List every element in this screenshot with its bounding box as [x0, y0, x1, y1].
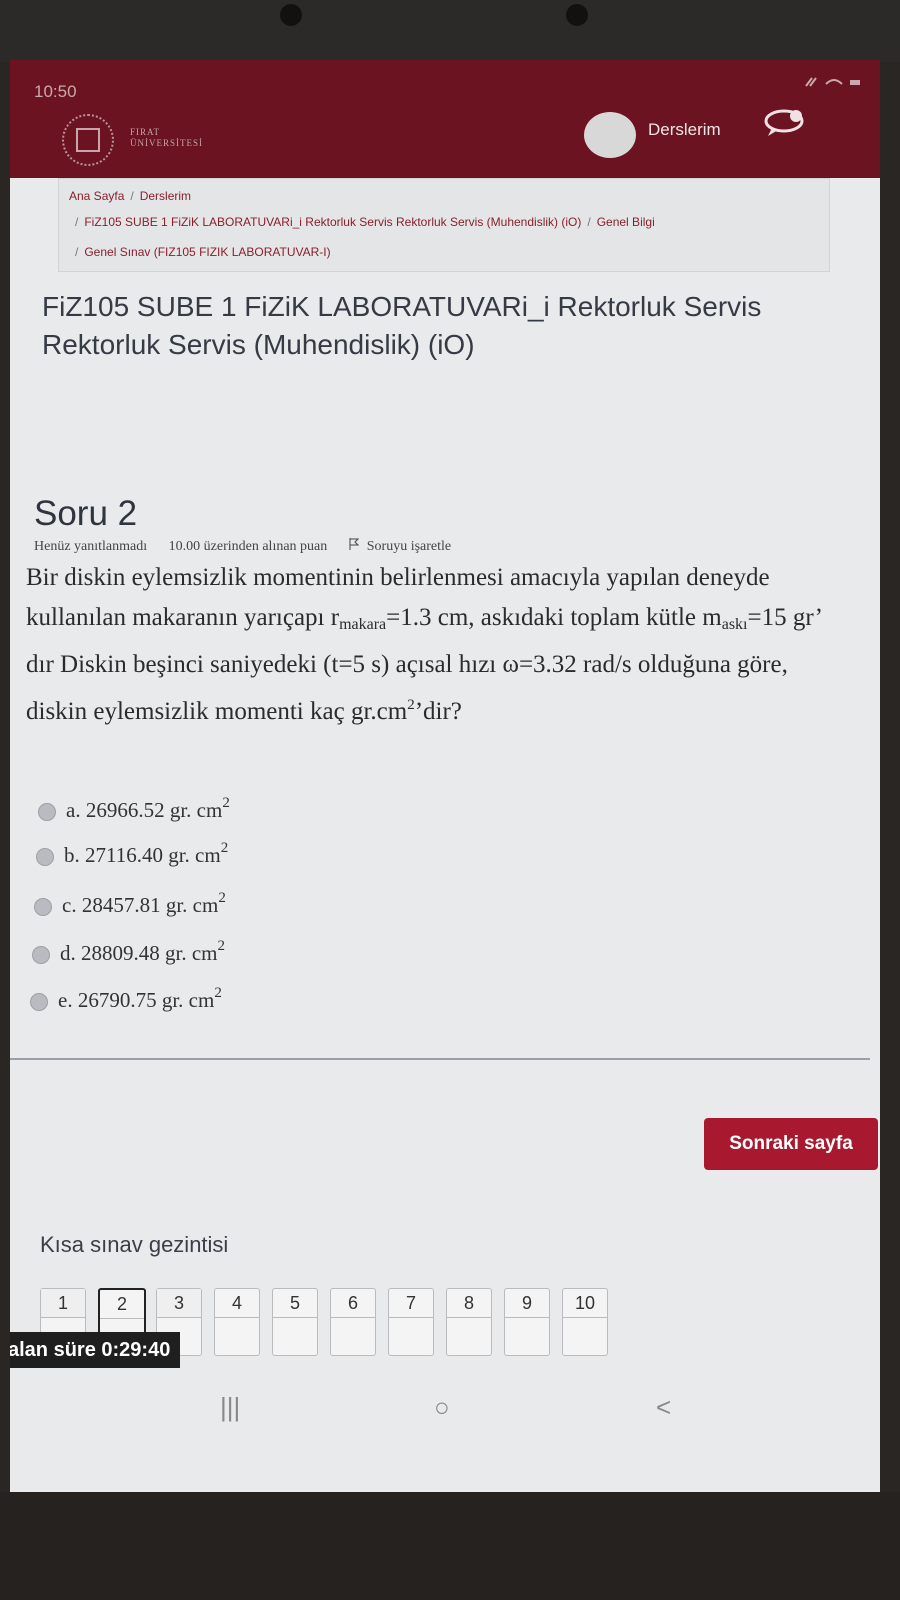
answer-option-c[interactable]: c. 28457.81 gr. cm2 [34, 890, 226, 920]
flag-question-link[interactable]: Soruyu işaretle [349, 538, 469, 554]
answer-letter: c. [62, 893, 77, 917]
logo-emblem-icon [76, 128, 100, 152]
breadcrumb-exam[interactable]: Genel Sınav (FIZ105 FIZIK LABORATUVAR-I) [84, 245, 330, 259]
quiz-nav-question-5[interactable]: 5 [272, 1288, 318, 1356]
section-divider [10, 1058, 870, 1060]
quiz-nav-number: 5 [273, 1289, 317, 1318]
breadcrumb-separator: / [75, 245, 79, 259]
device-bezel-top [0, 0, 900, 62]
answer-letter: a. [66, 798, 81, 822]
breadcrumb-separator: / [587, 215, 591, 229]
quiz-nav-number: 7 [389, 1289, 433, 1318]
quiz-nav-number: 2 [100, 1290, 144, 1319]
radio-button-a[interactable] [38, 803, 56, 822]
recents-icon[interactable]: ||| [220, 1392, 240, 1432]
mass-subscript: askı [721, 616, 748, 633]
back-icon[interactable]: < [656, 1392, 671, 1432]
sensor-icon [566, 4, 588, 26]
timer-label: alan süre [10, 1339, 102, 1361]
signal-wifi-battery-icon [805, 77, 860, 87]
breadcrumb-course[interactable]: FiZ105 SUBE 1 FiZiK LABORATUVARi_i Rekto… [84, 215, 581, 229]
home-icon[interactable]: ○ [434, 1392, 450, 1432]
quiz-nav-question-7[interactable]: 7 [388, 1288, 434, 1356]
university-logo[interactable] [62, 114, 114, 166]
quiz-nav-number: 4 [215, 1289, 259, 1318]
breadcrumb-line-3: / Genel Sınav (FIZ105 FIZIK LABORATUVAR-I… [69, 245, 331, 259]
question-text-part2: =1.3 cm, askıdaki toplam kütle m [386, 604, 722, 631]
radio-button-d[interactable] [32, 946, 50, 965]
answer-value: 28457.81 gr. cm [81, 893, 219, 917]
question-status: Henüz yanıtlanmadı [34, 539, 148, 554]
breadcrumb-line-1: Ana Sayfa / Derslerim [69, 189, 191, 203]
answer-letter: e. [58, 988, 73, 1012]
quiz-nav-number: 3 [157, 1289, 201, 1318]
quiz-nav-number: 6 [331, 1289, 375, 1318]
radius-subscript: makara [339, 616, 387, 633]
answer-unit-superscript: 2 [217, 938, 226, 954]
next-page-button[interactable]: Sonraki sayfa [704, 1118, 878, 1170]
device-bezel-bottom [0, 1492, 900, 1600]
timer-value: 0:29:40 [101, 1339, 171, 1361]
radio-button-c[interactable] [34, 898, 52, 917]
answer-unit-superscript: 2 [222, 795, 230, 811]
device-screen: 10:50 FIRAT ÜNİVERSİTESİ Derslerim Ana S… [10, 60, 880, 1492]
answer-value: 27116.40 gr. cm [85, 843, 221, 867]
answer-unit-superscript: 2 [218, 890, 226, 906]
quiz-nav-number: 1 [41, 1289, 85, 1318]
breadcrumb-courses[interactable]: Derslerim [140, 189, 191, 203]
question-number: Soru 2 [34, 494, 138, 533]
flag-icon [349, 538, 359, 550]
answer-unit-superscript: 2 [220, 840, 229, 856]
breadcrumb-line-2: / FiZ105 SUBE 1 FiZiK LABORATUVARi_i Rekt… [69, 215, 655, 229]
user-avatar[interactable] [584, 112, 636, 158]
question-points: 10.00 üzerinden alınan puan [168, 539, 328, 554]
remaining-time: alan süre 0:29:40 [10, 1332, 181, 1368]
answer-option-e[interactable]: e. 26790.75 gr. cm2 [30, 985, 222, 1015]
flag-question-label: Soruyu işaretle [366, 539, 452, 554]
breadcrumb-separator: / [75, 215, 79, 229]
answer-option-a[interactable]: a. 26966.52 gr. cm2 [38, 795, 230, 825]
quiz-nav-question-6[interactable]: 6 [330, 1288, 376, 1356]
quiz-nav-number: 8 [447, 1289, 491, 1318]
answer-value: 28809.48 gr. cm [81, 941, 218, 965]
question-text-part4: ’dir? [414, 698, 462, 725]
university-logo-text: FIRAT ÜNİVERSİTESİ [130, 127, 203, 149]
logo-text-line1: FIRAT [130, 127, 161, 137]
radio-button-b[interactable] [36, 848, 54, 867]
breadcrumb: Ana Sayfa / Derslerim / FiZ105 SUBE 1 FiZiK… [58, 178, 830, 272]
chat-bubble-icon[interactable] [762, 108, 808, 138]
question-meta: Henüz yanıtlanmadı 10.00 üzerinden alına… [34, 538, 487, 555]
unit-superscript: 2 [407, 697, 415, 713]
quiz-nav-question-8[interactable]: 8 [446, 1288, 492, 1356]
quiz-nav-number: 9 [505, 1289, 549, 1318]
answer-value: 26790.75 gr. cm [77, 988, 215, 1012]
quiz-nav-question-4[interactable]: 4 [214, 1288, 260, 1356]
status-time: 10:50 [34, 82, 77, 101]
status-icons [802, 74, 862, 91]
breadcrumb-section[interactable]: Genel Bilgi [597, 215, 655, 229]
answer-option-b[interactable]: b. 27116.40 gr. cm2 [36, 840, 228, 870]
answer-value: 26966.52 gr. cm [85, 798, 223, 822]
answer-option-d[interactable]: d. 28809.48 gr. cm2 [32, 938, 225, 968]
camera-icon [280, 4, 302, 26]
breadcrumb-home[interactable]: Ana Sayfa [69, 189, 124, 203]
quiz-navigation-title: Kısa sınav gezintisi [40, 1232, 229, 1257]
quiz-nav-question-10[interactable]: 10 [562, 1288, 608, 1356]
question-text: Bir diskin eylemsizlik momentinin belirl… [26, 558, 846, 732]
quiz-nav-question-9[interactable]: 9 [504, 1288, 550, 1356]
derslerim-link[interactable]: Derslerim [648, 120, 721, 140]
answer-unit-superscript: 2 [214, 985, 222, 1001]
logo-text-line2: ÜNİVERSİTESİ [130, 138, 203, 148]
answer-letter: d. [60, 941, 76, 965]
breadcrumb-separator: / [130, 189, 134, 203]
radio-button-e[interactable] [30, 993, 48, 1012]
site-header: 10:50 FIRAT ÜNİVERSİTESİ Derslerim [10, 60, 880, 178]
answer-letter: b. [64, 843, 80, 867]
quiz-nav-number: 10 [563, 1289, 607, 1318]
course-title: FiZ105 SUBE 1 FiZiK LABORATUVARi_i Rekto… [42, 291, 762, 360]
